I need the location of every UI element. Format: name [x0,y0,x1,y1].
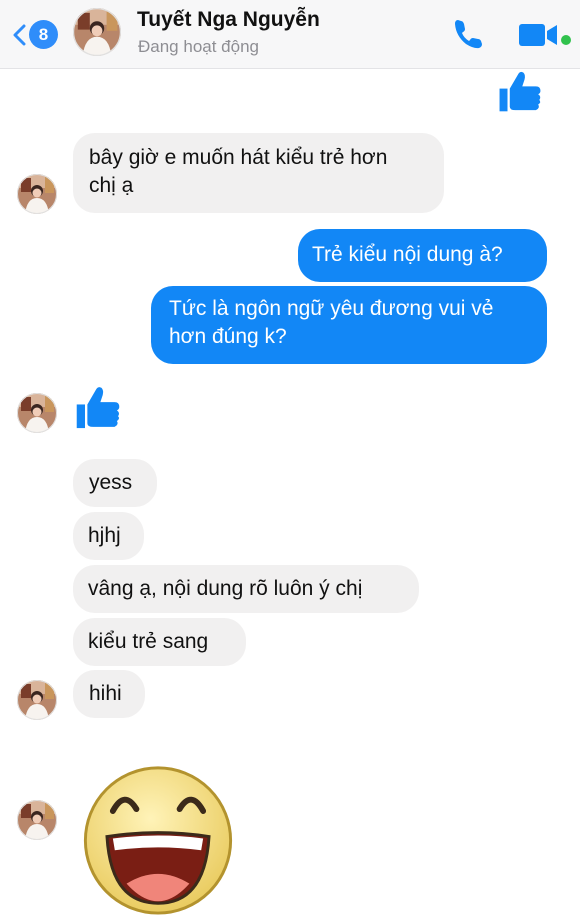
sender-avatar [17,800,57,840]
incoming-message: hihi [73,670,145,718]
conversation-header: 8 Tuyết Nga Nguyễn Đang hoạt động [0,0,580,69]
laughing-face-icon [83,766,233,915]
sender-avatar [17,680,57,720]
online-indicator [561,35,571,45]
video-call-button[interactable] [515,18,575,54]
call-button[interactable] [450,16,490,52]
incoming-message: kiểu trẻ sang [73,618,246,666]
sender-avatar [17,393,57,433]
incoming-message: vâng ạ, nội dung rõ luôn ý chị [73,565,419,613]
unread-count-badge: 8 [29,20,58,49]
sent-like-icon [499,71,541,112]
incoming-message: yess [73,459,157,507]
incoming-message: hjhj [73,512,144,560]
sender-avatar [17,174,57,214]
received-like-icon [76,387,120,429]
chevron-left-icon [13,24,26,46]
outgoing-message: Tức là ngôn ngữ yêu đương vui vẻ hơn đún… [151,286,547,364]
outgoing-message: Trẻ kiểu nội dung à? [298,229,547,282]
video-camera-icon [519,24,571,46]
incoming-message: bây giờ e muốn hát kiểu trẻ hơn chị ạ [73,133,444,213]
contact-name[interactable]: Tuyết Nga Nguyễn [137,8,320,32]
active-status: Đang hoạt động [138,37,259,56]
phone-icon [455,20,482,49]
back-button[interactable]: 8 [12,20,62,50]
contact-avatar[interactable] [73,8,121,56]
